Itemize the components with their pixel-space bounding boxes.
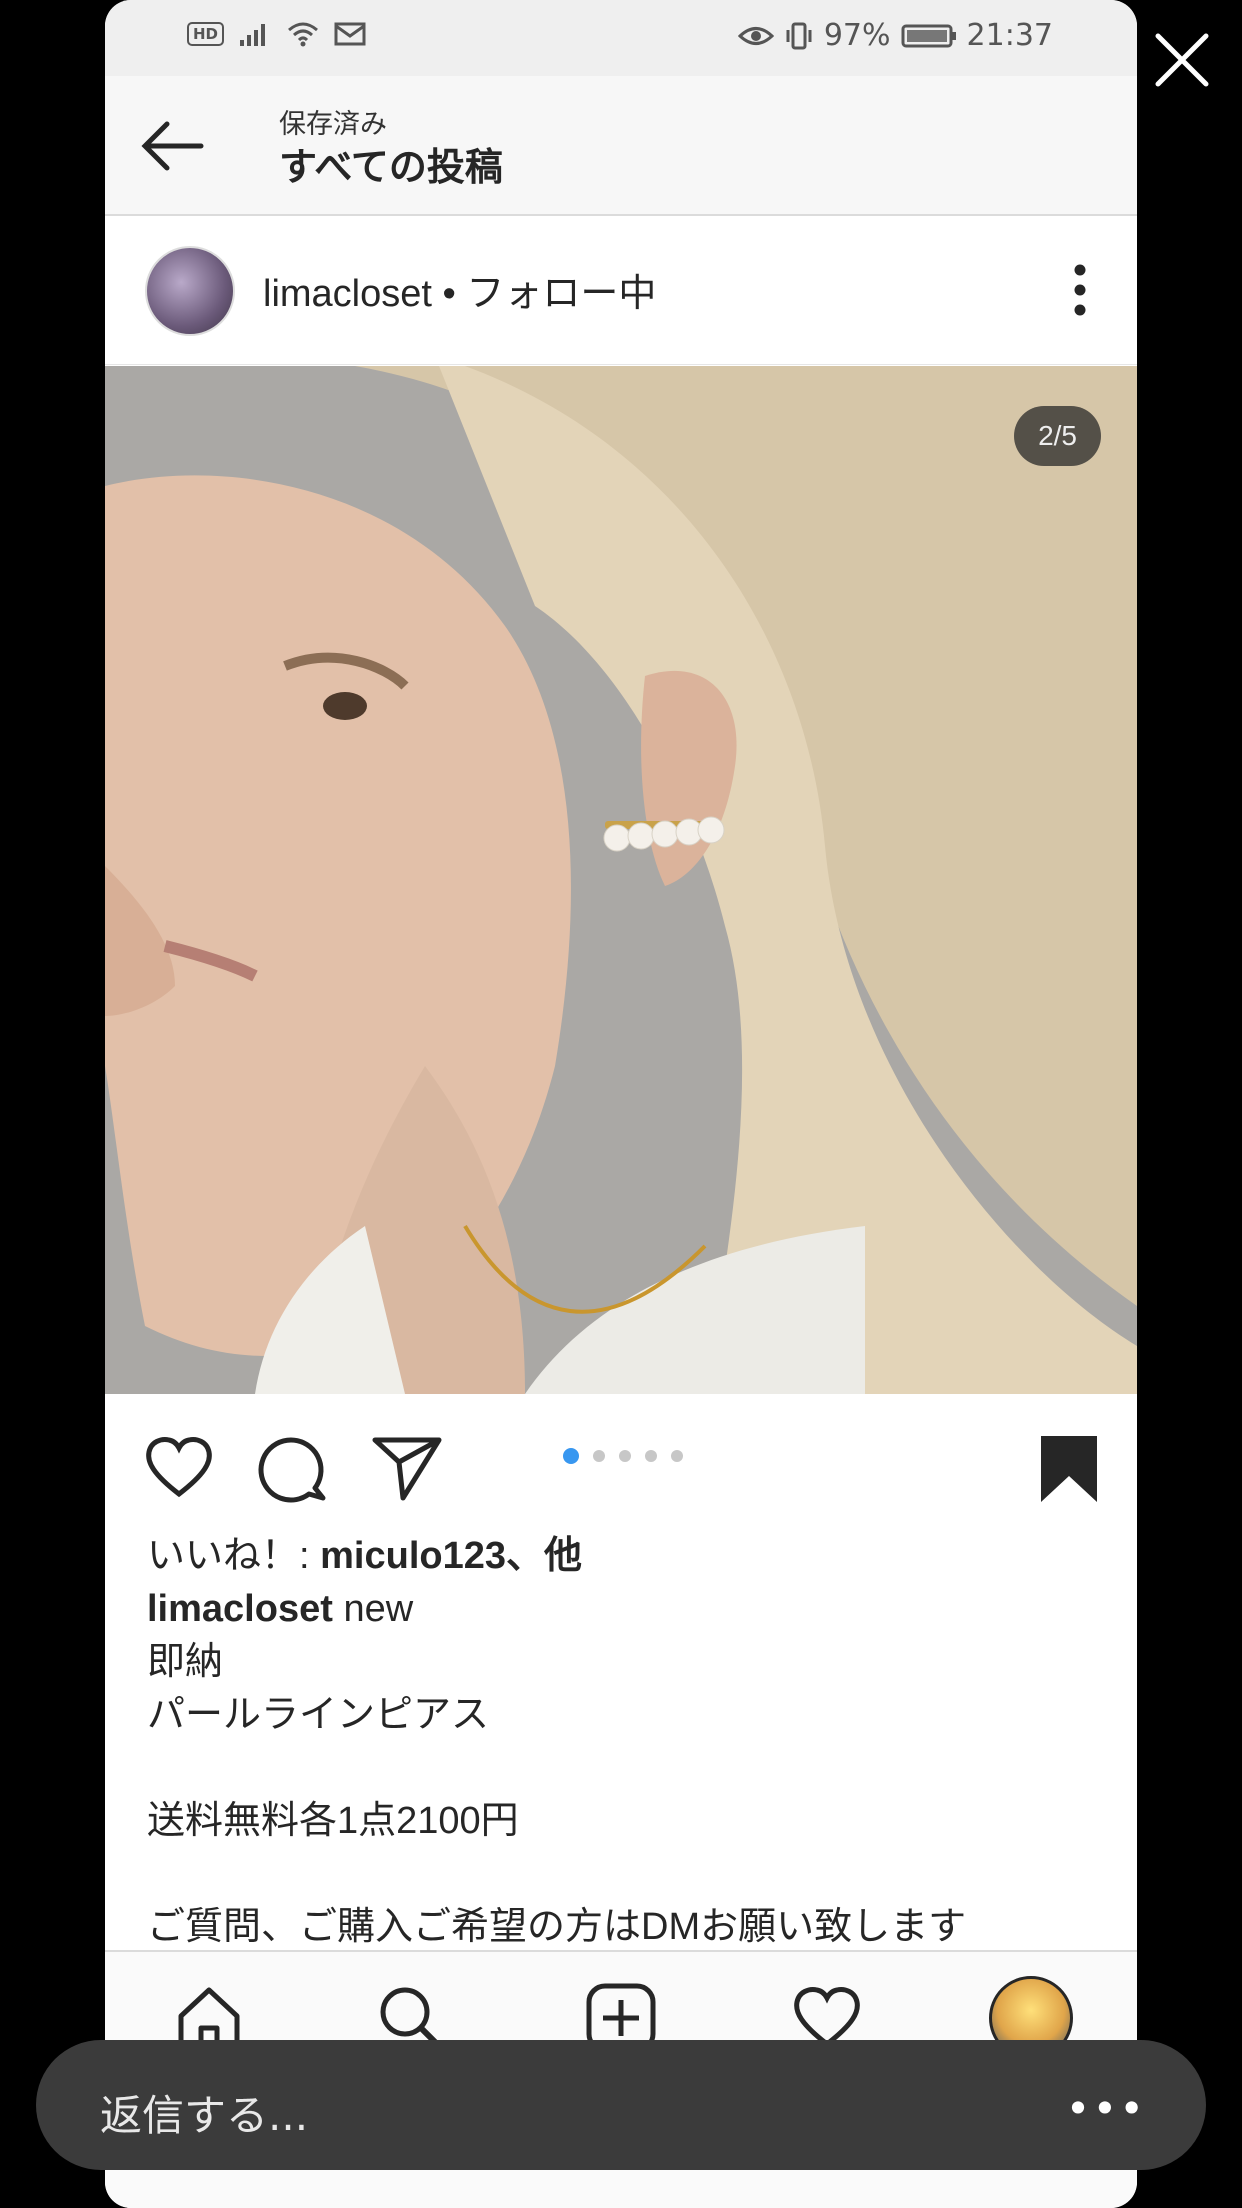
post-username[interactable]: limacloset • フォロー中 <box>263 262 656 317</box>
caption-text: new <box>343 1588 414 1630</box>
caption-text: パールラインピアス <box>147 1694 490 1736</box>
reply-bar[interactable]: 返信する... ••• <box>36 2040 1206 2170</box>
more-vertical-icon[interactable] <box>1073 262 1087 318</box>
mail-icon <box>334 22 366 46</box>
battery-percent: 97% <box>823 18 891 53</box>
caption-text: ご質問、ご購入ご希望の方はDMお願い致します <box>147 1906 967 1948</box>
hd-indicator: HD <box>187 22 225 46</box>
app-bar: 保存済み すべての投稿 <box>105 76 1137 216</box>
caption-username[interactable]: limacloset <box>147 1588 333 1630</box>
post-actions <box>105 1394 1137 1518</box>
page-title: すべての投稿 <box>279 145 503 189</box>
post-header: limacloset • フォロー中 <box>105 216 1137 365</box>
clock: 21:37 <box>966 18 1053 53</box>
caption-text: 送料無料各1点2100円 <box>147 1800 519 1842</box>
wifi-icon <box>288 22 318 47</box>
phone-screen: HD 97% 21:37 保存済み すべての投稿 limacloset • フォ… <box>105 0 1137 2208</box>
carousel-dot <box>563 1448 579 1464</box>
post-caption: いいね！: miculo123、他 limacloset new 即納 パールラ… <box>147 1530 1107 1954</box>
user-avatar[interactable] <box>145 246 235 336</box>
carousel-indicator <box>563 1448 683 1464</box>
caption-text <box>147 1742 1107 1795</box>
reply-input[interactable]: 返信する... <box>100 2082 308 2143</box>
signal-icon <box>240 24 266 46</box>
heart-icon[interactable] <box>143 1432 215 1504</box>
caption-text <box>147 1848 1107 1901</box>
bookmark-icon[interactable] <box>1033 1432 1105 1504</box>
post-image[interactable]: 2/5 <box>105 366 1137 1394</box>
likes-suffix: 、他 <box>506 1535 583 1577</box>
carousel-dot <box>593 1450 605 1462</box>
share-icon[interactable] <box>371 1432 443 1504</box>
caption-text: 即納 <box>147 1641 224 1683</box>
vibrate-icon <box>786 22 812 49</box>
likes-prefix: いいね！: <box>147 1535 321 1577</box>
likes-line[interactable]: いいね！: miculo123、他 <box>147 1530 1107 1583</box>
eye-icon <box>737 26 774 45</box>
carousel-dot <box>645 1450 657 1462</box>
status-bar: HD 97% 21:37 <box>105 0 1137 76</box>
caption-first-line: limacloset new <box>147 1583 1107 1636</box>
photo-illustration <box>105 366 1137 1394</box>
more-horizontal-icon[interactable]: ••• <box>1066 2084 1146 2133</box>
comment-icon[interactable] <box>257 1432 329 1504</box>
likes-user[interactable]: miculo123 <box>320 1535 506 1577</box>
carousel-dot <box>671 1450 683 1462</box>
back-arrow-icon[interactable] <box>135 108 211 184</box>
carousel-dot <box>619 1450 631 1462</box>
image-counter: 2/5 <box>1014 406 1101 466</box>
close-icon[interactable] <box>1152 30 1212 90</box>
battery-icon <box>901 24 956 47</box>
